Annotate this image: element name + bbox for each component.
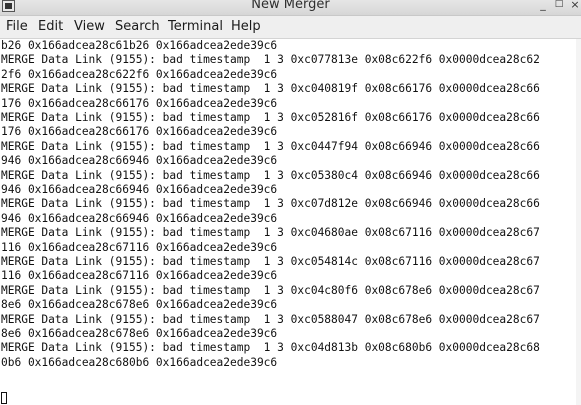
terminal-output[interactable]: b26 0x166adcea28c61b26 0x166adcea2ede39c… (0, 39, 581, 405)
menu-search[interactable]: Search (115, 18, 160, 36)
terminal-line: 2f6 0x166adcea28c622f6 0x166adcea2ede39c… (1, 67, 278, 81)
menu-file[interactable]: File (6, 18, 28, 36)
minimize-icon[interactable]: _ (538, 0, 548, 12)
terminal-line: MERGE Data Link (9155): bad timestamp 1 … (1, 283, 540, 297)
terminal-line: MERGE Data Link (9155): bad timestamp 1 … (1, 255, 540, 268)
terminal-line: MERGE Data Link (9155): bad timestamp 1 … (1, 53, 540, 67)
terminal-line: 116 0x166adcea28c67116 0x166adcea2ede39c… (1, 269, 278, 283)
terminal-line: 946 0x166adcea28c66946 0x166adcea2ede39c… (1, 154, 278, 168)
terminal-line: MERGE Data Link (9155): bad timestamp 1 … (1, 341, 540, 355)
window-title: New Merger (251, 0, 330, 12)
terminal-line: 8e6 0x166adcea28c678e6 0x166adcea2ede39c… (1, 327, 278, 340)
terminal-line: 176 0x166adcea28c66176 0x166adcea2ede39c… (1, 125, 278, 139)
terminal-line: MERGE Data Link (9155): bad timestamp 1 … (1, 111, 540, 124)
menu-bar: File Edit View Search Terminal Help (0, 16, 581, 39)
terminal-line: MERGE Data Link (9155): bad timestamp 1 … (1, 226, 540, 240)
terminal-line: MERGE Data Link (9155): bad timestamp 1 … (1, 168, 540, 182)
terminal-line: MERGE Data Link (9155): bad timestamp 1 … (1, 82, 540, 96)
terminal-line: 0b6 0x166adcea28c680b6 0x166adcea2ede39c… (1, 355, 278, 369)
terminal-cursor (1, 392, 7, 404)
menu-terminal[interactable]: Terminal (168, 18, 223, 36)
vertical-scrollbar[interactable] (576, 39, 581, 405)
terminal-line: MERGE Data Link (9155): bad timestamp 1 … (1, 197, 540, 211)
terminal-window: New Merger _ □ × File Edit View Search T… (0, 0, 581, 405)
terminal-line: 176 0x166adcea28c66176 0x166adcea2ede39c… (1, 96, 278, 110)
close-icon[interactable]: × (570, 0, 580, 12)
title-bar[interactable]: New Merger _ □ × (0, 0, 581, 16)
menu-edit[interactable]: Edit (38, 18, 63, 36)
terminal-line: MERGE Data Link (9155): bad timestamp 1 … (1, 312, 540, 326)
maximize-icon[interactable]: □ (554, 0, 564, 12)
terminal-line: 8e6 0x166adcea28c678e6 0x166adcea2ede39c… (1, 298, 278, 312)
terminal-line: 116 0x166adcea28c67116 0x166adcea2ede39c… (1, 240, 278, 254)
terminal-line: 946 0x166adcea28c66946 0x166adcea2ede39c… (1, 183, 278, 196)
terminal-line: b26 0x166adcea28c61b26 0x166adcea2ede39c… (1, 39, 278, 52)
menu-help[interactable]: Help (231, 18, 261, 36)
menu-view[interactable]: View (74, 18, 105, 36)
terminal-line: 946 0x166adcea28c66946 0x166adcea2ede39c… (1, 211, 278, 225)
terminal-line: MERGE Data Link (9155): bad timestamp 1 … (1, 139, 540, 153)
